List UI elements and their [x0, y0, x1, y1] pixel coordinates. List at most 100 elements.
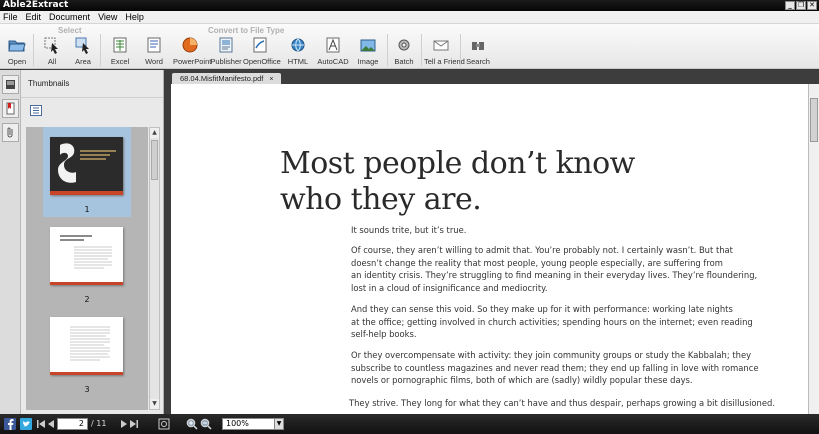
- previous-page-icon[interactable]: [47, 418, 55, 430]
- thumbnail-page-preview: [50, 227, 123, 285]
- side-panel-switcher: [0, 70, 21, 414]
- open-button[interactable]: Open: [0, 36, 34, 68]
- powerpoint-label: PowerPoint: [173, 57, 212, 66]
- convert-powerpoint-button[interactable]: PowerPoint: [173, 36, 212, 68]
- toolbar-separator: [100, 34, 101, 66]
- select-area-button[interactable]: Area: [66, 36, 100, 68]
- thumbnail-options-icon[interactable]: [30, 105, 42, 116]
- document-view: 68.04.MisfitManifesto.pdf × Most people d…: [164, 70, 819, 414]
- powerpoint-icon: [182, 37, 198, 53]
- word-icon: [147, 37, 161, 53]
- thumbnail-cover-image: [50, 137, 123, 195]
- convert-openoffice-button[interactable]: OpenOffice: [243, 36, 281, 68]
- select-group-label: Select: [58, 26, 82, 35]
- page-heading: Most people don’t know who they are.: [280, 146, 635, 218]
- globe-icon: [291, 38, 305, 52]
- next-page-icon[interactable]: [120, 418, 128, 430]
- publisher-icon: [219, 37, 233, 53]
- convert-image-button[interactable]: Image: [351, 36, 385, 68]
- convert-html-button[interactable]: HTML: [281, 36, 315, 68]
- bookmark-icon: [6, 102, 15, 115]
- zoom-in-icon[interactable]: [186, 418, 198, 430]
- rotate-icon[interactable]: [158, 418, 170, 430]
- select-all-icon: [44, 37, 58, 54]
- convert-word-button[interactable]: Word: [137, 36, 171, 68]
- batch-button[interactable]: Batch: [387, 36, 421, 68]
- scrollbar-thumb[interactable]: [810, 98, 818, 142]
- toolbar-separator: [421, 34, 422, 66]
- thumbnails-title: Thumbnails: [21, 70, 163, 98]
- batch-gear-icon: [398, 39, 410, 51]
- close-tab-icon[interactable]: ×: [269, 76, 273, 83]
- openoffice-icon: [253, 37, 267, 53]
- first-page-icon[interactable]: [37, 418, 46, 430]
- chevron-down-icon[interactable]: ▼: [274, 419, 283, 429]
- thumbnails-scrollbar[interactable]: ▲ ▼: [149, 127, 160, 410]
- zoom-select[interactable]: 100% ▼: [222, 418, 284, 430]
- paragraph: And they can sense this void. So they ma…: [351, 303, 753, 341]
- bookmarks-panel-button[interactable]: [2, 99, 19, 118]
- document-scrollbar[interactable]: [808, 84, 819, 414]
- page-number-input[interactable]: 2: [57, 418, 88, 430]
- text-line: Or they overcompensate with activity: th…: [351, 350, 752, 360]
- zoom-value: 100%: [226, 419, 249, 428]
- thumbnail-list: 1 2 3: [26, 127, 148, 410]
- text-line: doesn’t change the reality that most peo…: [351, 257, 723, 268]
- page-preview-art: [50, 326, 123, 375]
- menu-document[interactable]: Document: [49, 12, 90, 22]
- thumbnails-panel-button[interactable]: [2, 75, 19, 94]
- thumbnail-page-number: 2: [84, 295, 90, 304]
- window-controls: _ ❐ ✕: [785, 0, 817, 11]
- page-preview-art: [50, 235, 123, 285]
- scroll-down-icon[interactable]: ▼: [150, 399, 159, 409]
- autocad-icon: [326, 37, 340, 53]
- cover-art: [50, 137, 123, 195]
- convert-autocad-button[interactable]: AutoCAD: [316, 36, 350, 68]
- scroll-up-icon[interactable]: ▲: [150, 128, 159, 138]
- thumbnail-page-preview: [50, 317, 123, 375]
- autocad-label: AutoCAD: [317, 57, 349, 66]
- image-icon: [360, 39, 376, 52]
- minimize-button[interactable]: _: [785, 1, 795, 10]
- all-label: All: [47, 57, 57, 66]
- excel-label: Excel: [110, 57, 130, 66]
- thumbnail-page-3[interactable]: 3: [26, 317, 148, 397]
- tell-a-friend-label: Tell a Friend: [424, 57, 465, 66]
- facebook-icon[interactable]: [4, 418, 16, 430]
- heading-line-2: who they are.: [280, 182, 482, 217]
- restore-button[interactable]: ❐: [796, 1, 806, 10]
- twitter-icon[interactable]: [20, 418, 32, 430]
- thumbnail-page-1[interactable]: 1: [26, 127, 148, 217]
- menu-edit[interactable]: Edit: [26, 12, 42, 22]
- paragraph: Or they overcompensate with activity: th…: [351, 349, 759, 387]
- text-line: subscribe to countless magazines and nev…: [351, 362, 759, 373]
- close-button[interactable]: ✕: [807, 1, 817, 10]
- thumbnail-page-number: 1: [84, 205, 90, 214]
- zoom-out-icon[interactable]: [200, 418, 212, 430]
- menu-bar: File Edit Document View Help: [0, 11, 819, 24]
- publisher-label: Publisher: [210, 57, 242, 66]
- last-page-icon[interactable]: [129, 418, 138, 430]
- thumbnail-page-number: 3: [84, 385, 90, 394]
- text-line: at the office; getting involved in churc…: [351, 316, 753, 327]
- thumbnail-page-2[interactable]: 2: [26, 227, 148, 307]
- scrollbar-thumb[interactable]: [151, 140, 158, 180]
- menu-help[interactable]: Help: [125, 12, 144, 22]
- convert-group-label: Convert to File Type: [208, 26, 285, 35]
- html-label: HTML: [287, 57, 309, 66]
- menu-file[interactable]: File: [3, 12, 18, 22]
- tell-a-friend-button[interactable]: Tell a Friend: [424, 36, 465, 68]
- text-line: an identity crisis. They’re struggling t…: [351, 270, 758, 281]
- toolbar-separator: [33, 34, 34, 66]
- menu-view[interactable]: View: [98, 12, 117, 22]
- text-line: Of course, they aren’t willing to admit …: [351, 245, 733, 255]
- thumbnails-icon: [6, 80, 15, 89]
- convert-excel-button[interactable]: Excel: [103, 36, 137, 68]
- paragraph: They strive. They long for what they can…: [349, 397, 775, 410]
- select-all-button[interactable]: All: [35, 36, 69, 68]
- search-button[interactable]: Search: [461, 36, 495, 68]
- word-label: Word: [145, 57, 163, 66]
- convert-publisher-button[interactable]: Publisher: [209, 36, 243, 68]
- attachments-panel-button[interactable]: [2, 123, 19, 142]
- envelope-icon: [433, 40, 449, 51]
